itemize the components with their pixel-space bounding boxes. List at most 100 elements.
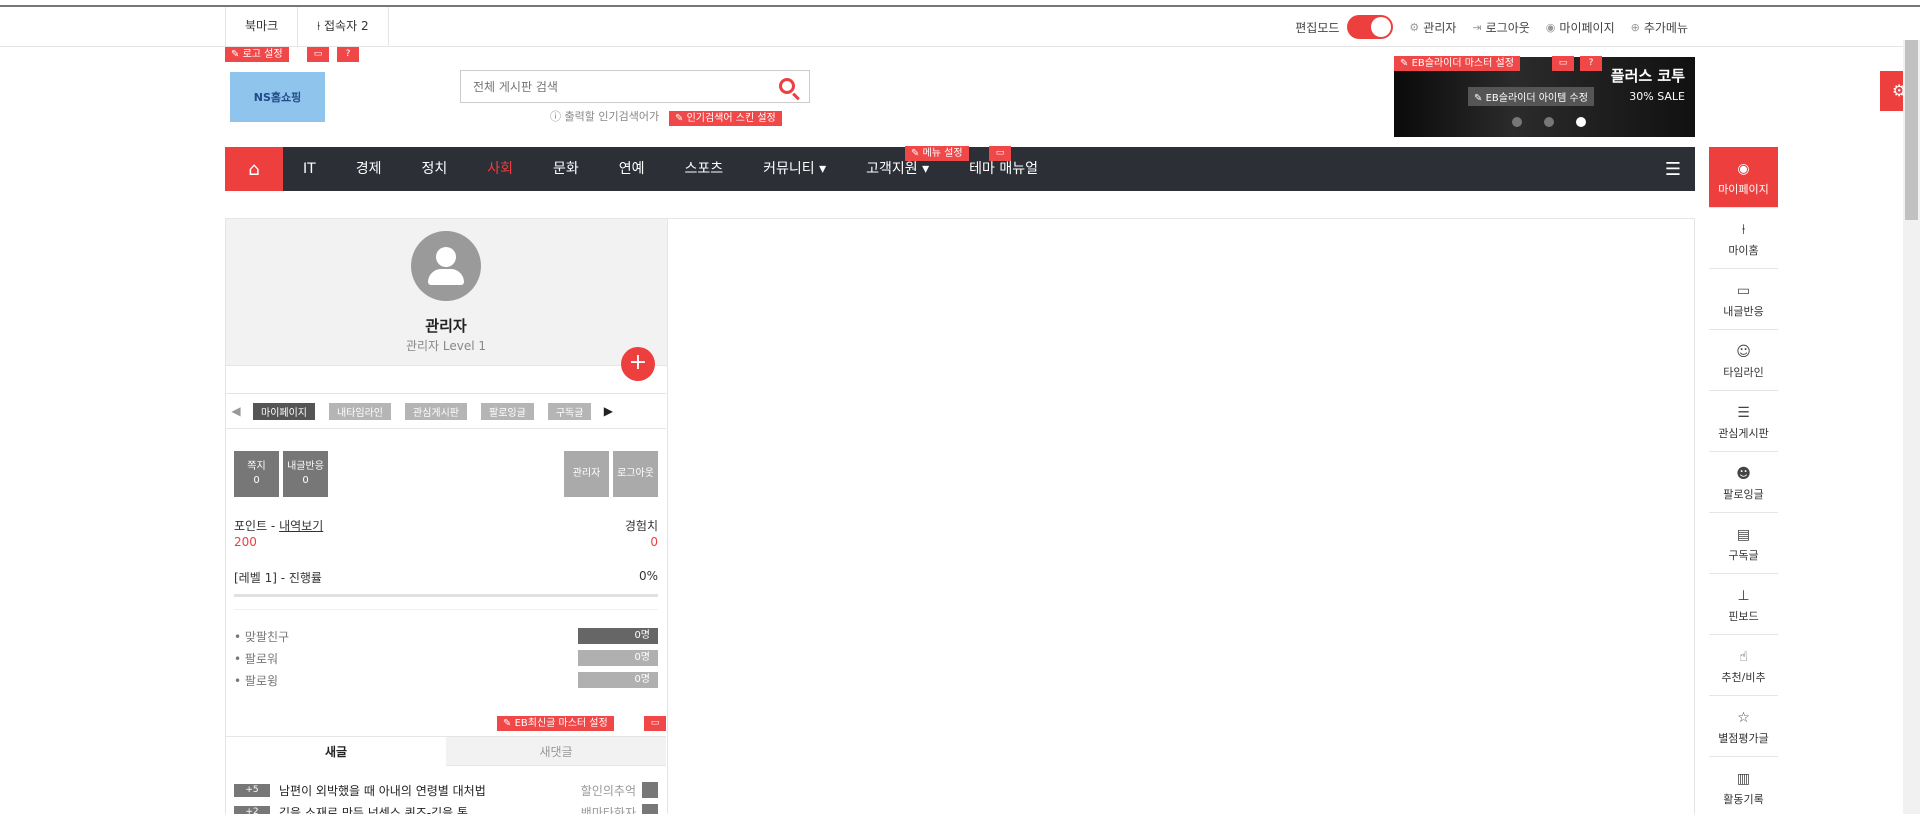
slider-dot[interactable] [1512, 117, 1522, 127]
user-icon [642, 804, 658, 814]
slider-item-edit-button[interactable]: ✎ EB슬라이더 아이템 수정 [1468, 87, 1594, 106]
slider-dot[interactable] [1544, 117, 1554, 127]
banner-sale: 30% SALE [1629, 90, 1685, 103]
extra-menu-link[interactable]: ⊕ 추가메뉴 [1631, 19, 1688, 36]
latest-box-button[interactable]: ▭ [644, 716, 666, 731]
points-section: 포인트 - 내역보기 경험치 200 0 [234, 517, 658, 553]
sidebar-item-myhome[interactable]: ⍿ 마이홈 [1709, 208, 1778, 269]
sidebar-item-label: 마이페이지 [1718, 183, 1769, 196]
sidebar-item-mypage[interactable]: ◉ 마이페이지 [1709, 147, 1778, 208]
logo-text: NS홈쇼핑 [253, 91, 302, 104]
level-progress-label: [레벨 1] - 진행률 [234, 571, 322, 585]
menu-settings-tag[interactable]: ✎ 메뉴 설정 [905, 146, 969, 161]
menu-box-button[interactable]: ▭ [989, 146, 1011, 161]
list-item[interactable]: • 팔로워 0명 [234, 647, 658, 669]
latest-master-label: EB최신글 마스터 설정 [514, 718, 608, 729]
divider [234, 609, 658, 610]
info-icon: ⓘ [550, 110, 565, 123]
tab-my-timeline[interactable]: 내타임라인 [329, 402, 391, 420]
right-arrow-icon[interactable]: ▶ [598, 404, 618, 418]
profile-level: 관리자 Level 1 [405, 339, 487, 353]
nav-item-economy[interactable]: 경제 [336, 147, 402, 191]
sidebar-item-subscriptions[interactable]: ▤ 구독글 [1709, 513, 1778, 574]
list-item[interactable]: • 팔로윙 0명 [234, 669, 658, 691]
sign-out-icon: ⇥ [1472, 20, 1482, 34]
pin-icon: ⊥ [1737, 588, 1750, 604]
points-history-link[interactable]: 내역보기 [279, 519, 323, 533]
bookmark-link[interactable]: 북마크 [226, 7, 299, 47]
nav-item-entertainment[interactable]: 연예 [599, 147, 665, 191]
search-input[interactable] [461, 71, 761, 102]
mypage-link[interactable]: ◉ 마이페이지 [1546, 19, 1615, 36]
logout-button[interactable]: 로그아웃 [613, 451, 658, 497]
tab-new-comments[interactable]: 새댓글 [446, 737, 666, 766]
sidebar-item-interest-boards[interactable]: ☰ 관심게시판 [1709, 391, 1778, 452]
tab-interest-boards[interactable]: 관심게시판 [405, 402, 467, 420]
slider-help-button[interactable]: ? [1580, 56, 1602, 71]
page-scrollbar[interactable] [1903, 40, 1920, 814]
messages-count: 0 [253, 475, 260, 486]
sidebar-item-label: 핀보드 [1728, 610, 1759, 623]
slider-box-button[interactable]: ▭ [1552, 56, 1574, 71]
post-title[interactable]: 남편이 외박했을 때 아내의 연령별 대처법 [279, 782, 581, 799]
logo-help-button[interactable]: ? [337, 47, 359, 62]
sidebar-item-timeline[interactable]: ☺ 타임라인 [1709, 330, 1778, 391]
nav-item-it[interactable]: IT [283, 147, 336, 191]
sidebar-item-activity[interactable]: ▥ 활동기록 [1709, 757, 1778, 814]
hamburger-menu-icon[interactable]: ☰ [1651, 147, 1695, 191]
tab-following-posts[interactable]: 팔로잉글 [481, 402, 534, 420]
mutual-friends-text: 맞팔친구 [244, 629, 290, 644]
nav-item-community[interactable]: 커뮤니티 ▾ [743, 147, 846, 191]
sidebar-item-ratings[interactable]: ☆ 별점평가글 [1709, 696, 1778, 757]
list-item[interactable]: +2 김을 소재로 만든 넌센스 퀴즈-김을 통... 밴마타화자 [234, 801, 658, 814]
user-circle-icon: ◉ [1545, 20, 1556, 34]
admin-button[interactable]: 관리자 [564, 451, 609, 497]
sidebar-item-votes[interactable]: ☝ 추천/비추 [1709, 635, 1778, 696]
nav-item-culture[interactable]: 문화 [533, 147, 599, 191]
edit-icon: ✎ [911, 148, 923, 159]
scrollbar-thumb[interactable] [1905, 40, 1918, 220]
nav-item-sports[interactable]: 스포츠 [665, 147, 744, 191]
avatar[interactable] [411, 231, 481, 301]
reactions-count: 0 [302, 475, 309, 486]
home-icon[interactable]: ⌂ [225, 147, 283, 191]
visitors-link[interactable]: ⍿ 접속자 2 [298, 7, 389, 47]
post-badge: +5 [234, 783, 270, 797]
left-arrow-icon[interactable]: ◀ [226, 404, 246, 418]
slider-master-tag[interactable]: ✎ EB슬라이더 마스터 설정 [1394, 56, 1520, 71]
nav-item-society[interactable]: 사회 [467, 147, 533, 191]
logout-link[interactable]: ⇥ 로그아웃 [1472, 19, 1529, 36]
popular-keywords: ⓘ 출력할 인기검색어가 [550, 108, 659, 124]
logo-settings-tag[interactable]: ✎ 로고 설정 [225, 47, 289, 62]
user-clock-icon: ☺ [1736, 344, 1751, 360]
star-icon: ☆ [1737, 710, 1750, 726]
post-title[interactable]: 김을 소재로 만든 넌센스 퀴즈-김을 통... [279, 804, 581, 814]
search-icon[interactable] [779, 78, 795, 94]
tab-new-posts[interactable]: 새글 [226, 737, 446, 766]
slider-dot-active[interactable] [1576, 117, 1586, 127]
edit-icon: ✎ [675, 113, 687, 124]
tab-mypage[interactable]: 마이페이지 [253, 402, 315, 420]
following-text: 팔로윙 [244, 673, 279, 688]
sidebar-item-pinboard[interactable]: ⊥ 핀보드 [1709, 574, 1778, 635]
toggle-knob [1371, 17, 1392, 37]
popular-skin-tag[interactable]: ✎ 인기검색어 스킨 설정 [669, 111, 782, 126]
thumbs-up-icon: ☝ [1739, 649, 1748, 665]
points-label: 포인트 - [234, 519, 280, 533]
admin-link[interactable]: ⚙ 관리자 [1409, 19, 1456, 36]
edit-mode-toggle[interactable] [1347, 15, 1394, 39]
tab-subscriptions[interactable]: 구독글 [547, 402, 592, 420]
sidebar-item-following[interactable]: ☻ 팔로잉글 [1709, 452, 1778, 513]
plus-button[interactable]: + [621, 347, 655, 381]
list-item[interactable]: +5 남편이 외박했을 때 아내의 연령별 대처법 할인의추억 [234, 779, 658, 801]
logo-box-button[interactable]: ▭ [307, 47, 329, 62]
list-item[interactable]: • 맞팔친구 0명 [234, 625, 658, 647]
latest-master-tag[interactable]: ✎ EB최신글 마스터 설정 [497, 716, 614, 731]
messages-button[interactable]: 쪽지 0 [234, 451, 279, 497]
site-logo[interactable]: NS홈쇼핑 [230, 72, 325, 122]
reactions-button[interactable]: 내글반응 0 [283, 451, 328, 497]
sidebar-item-reactions[interactable]: ▭ 내글반응 [1709, 269, 1778, 330]
sidebar-item-label: 내글반응 [1723, 305, 1764, 318]
nav-item-politics[interactable]: 정치 [401, 147, 467, 191]
logout-link-label: 로그아웃 [1485, 20, 1530, 35]
